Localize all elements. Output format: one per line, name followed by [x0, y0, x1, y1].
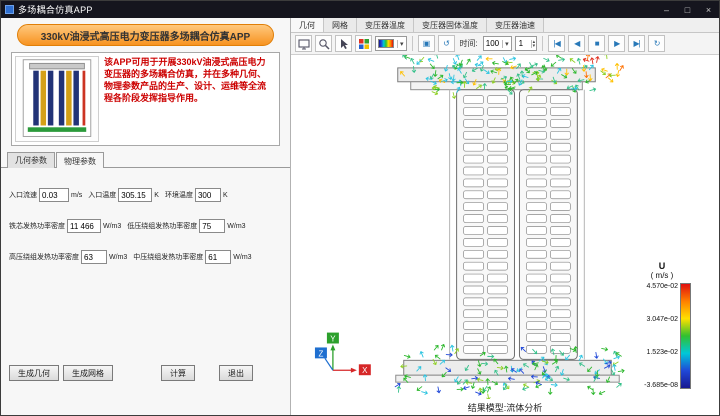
tab-geometry-params[interactable]: 几何参数 [7, 152, 55, 168]
result-tabs: 几何 网格 变压器温度 变压器固体温度 变压器油速 [291, 18, 719, 33]
orientation-axes: Y X Z [314, 332, 371, 375]
titlebar[interactable]: 多场耦合仿真APP – □ × [1, 1, 719, 18]
ambient-temperature-label: 环境温度 [164, 192, 193, 199]
chevron-down-icon: ▾ [502, 39, 509, 48]
hv-winding-heat-density-unit: W/m3 [109, 253, 128, 261]
zoom-percent-combo[interactable]: 100 ▾ [482, 36, 512, 51]
colorbar: U ( m/s ) 4.570e-02 3.047e-02 1.523e-02 … [633, 261, 691, 389]
minimize-button[interactable]: – [656, 1, 677, 18]
inlet-velocity-label: 入口流速 [9, 192, 37, 199]
core-heat-density-label: 铁芯发热功率密度 [9, 223, 65, 230]
previous-frame-button[interactable]: ◀ [568, 35, 586, 52]
zoom-percent-value: 100 [485, 39, 500, 48]
core-heat-density-unit: W/m3 [103, 222, 122, 230]
mv-winding-heat-density-label: 中压绕组发热功率密度 [133, 254, 204, 261]
ambient-temperature-input[interactable] [194, 188, 221, 202]
field-lv-winding-heat-density: 低压绕组发热功率密度 W/m3 [127, 219, 246, 233]
axis-y-label: Y [330, 335, 336, 344]
result-statusbar: 结果模型:流体分析 [291, 399, 719, 415]
colorbar-gradient [680, 283, 691, 389]
lv-winding-heat-density-unit: W/m3 [227, 222, 246, 230]
loop-button[interactable]: ↻ [648, 35, 666, 52]
app-icon [5, 5, 14, 14]
core-heat-density-input[interactable] [67, 219, 101, 233]
ambient-temperature-unit: K [222, 191, 228, 199]
colorbar-title: U [658, 261, 666, 271]
exit-button[interactable]: 退出 [219, 365, 253, 381]
lv-winding-heat-density-label: 低压绕组发热功率密度 [127, 223, 198, 230]
viewport-3d[interactable]: Y X Z U ( m/s ) 4.570e-02 3.047e-02 1.52… [291, 55, 719, 399]
result-model-label: 结果模型:流体分析 [467, 402, 543, 413]
lv-winding-heat-density-input[interactable] [199, 219, 226, 233]
mv-winding-heat-density-unit: W/m3 [233, 253, 252, 261]
parameter-tabs: 几何参数 物理参数 [7, 151, 290, 168]
zoom-tool-icon[interactable] [315, 35, 332, 52]
mv-winding-heat-density-input[interactable] [205, 250, 232, 264]
fit-view-icon[interactable]: ▣ [417, 35, 435, 52]
field-inlet-temperature: 入口温度 K [88, 188, 159, 202]
description-box: 该APP可用于开展330kV油浸式高压电力变压器的多场耦合仿真，并在多种几何、物… [11, 52, 280, 146]
tab-geometry[interactable]: 几何 [291, 18, 324, 32]
inlet-temperature-label: 入口温度 [88, 192, 117, 199]
last-frame-button[interactable]: ▶| [628, 35, 646, 52]
app-banner: 330kV油浸式高压电力变压器多场耦合仿真APP [17, 24, 274, 46]
window-title: 多场耦合仿真APP [18, 5, 93, 15]
inlet-temperature-unit: K [154, 191, 159, 199]
time-label: 时间: [459, 39, 478, 48]
control-panel: 330kV油浸式高压电力变压器多场耦合仿真APP 该APP可用于开展330kV油… [1, 18, 291, 415]
toolbar-separator [411, 36, 413, 51]
spin-down-icon[interactable]: ▾ [533, 43, 536, 48]
inlet-velocity-unit: m/s [71, 191, 83, 199]
colormap-dropdown[interactable]: ▾ [375, 36, 407, 51]
viewer-toolbar: ▾ ▣ ↺ 时间: 100 ▾ 1 ▴ ▾ |◀ ◀ ■ ▶ ▶| ↻ [291, 33, 719, 55]
reset-view-icon[interactable]: ↺ [437, 35, 455, 52]
maximize-button[interactable]: □ [677, 1, 698, 18]
field-ambient-temperature: 环境温度 K [165, 188, 228, 202]
field-mv-winding-heat-density: 中压绕组发热功率密度 W/m3 [133, 250, 252, 264]
hv-winding-heat-density-input[interactable] [81, 250, 107, 264]
colorbar-tick: 1.523e-02 [646, 349, 678, 356]
hv-winding-heat-density-label: 高压绕组发热功率密度 [9, 254, 79, 261]
palette-icon[interactable] [355, 35, 372, 52]
inlet-velocity-input[interactable] [39, 188, 69, 202]
inlet-temperature-input[interactable] [118, 188, 153, 202]
colorbar-tick: 4.570e-02 [646, 283, 678, 290]
generate-geometry-button[interactable]: 生成几何 [9, 365, 59, 381]
pointer-icon[interactable] [335, 35, 352, 52]
field-core-heat-density: 铁芯发热功率密度 W/m3 [9, 219, 121, 233]
tab-transformer-temperature[interactable]: 变压器温度 [357, 18, 414, 32]
field-hv-winding-heat-density: 高压绕组发热功率密度 W/m3 [9, 250, 127, 264]
generate-mesh-button[interactable]: 生成网格 [63, 365, 113, 381]
first-frame-button[interactable]: |◀ [548, 35, 566, 52]
frame-value: 1 [518, 39, 524, 48]
frame-spinbox[interactable]: 1 ▴ ▾ [514, 36, 538, 51]
action-buttons: 生成几何 生成网格 计算 退出 [1, 365, 290, 381]
tab-mesh[interactable]: 网格 [324, 18, 357, 32]
result-panel: 几何 网格 变压器温度 变压器固体温度 变压器油速 ▾ ▣ ↺ 时间: 100 … [291, 18, 719, 415]
close-button[interactable]: × [698, 1, 719, 18]
stop-button[interactable]: ■ [588, 35, 606, 52]
colorbar-tick: 3.047e-02 [646, 316, 678, 323]
chevron-down-icon: ▾ [397, 39, 404, 48]
tab-transformer-solid-temperature[interactable]: 变压器固体温度 [414, 18, 487, 32]
compute-button[interactable]: 计算 [161, 365, 195, 381]
physics-param-page: 入口流速 m/s 入口温度 K 环境温度 K [1, 167, 290, 365]
play-button[interactable]: ▶ [608, 35, 626, 52]
transformer-thumbnail-drawing [22, 59, 92, 137]
app-window: 多场耦合仿真APP – □ × 330kV油浸式高压电力变压器多场耦合仿真APP [0, 0, 720, 416]
snapshot-icon[interactable] [295, 35, 312, 52]
transformer-thumbnail [15, 56, 99, 142]
colorbar-unit: ( m/s ) [650, 271, 674, 280]
axis-z-label: Z [318, 349, 323, 358]
colormap-swatch [378, 39, 394, 48]
tab-physics-params[interactable]: 物理参数 [56, 152, 104, 168]
toolbar-separator [542, 36, 544, 51]
description-text: 该APP可用于开展330kV油浸式高压电力变压器的多场耦合仿真，并在多种几何、物… [104, 57, 267, 103]
field-inlet-velocity: 入口流速 m/s [9, 188, 82, 202]
colorbar-tick: -3.685e-08 [644, 382, 678, 389]
axis-x-label: X [362, 366, 368, 375]
tab-transformer-oil-velocity[interactable]: 变压器油速 [487, 18, 544, 32]
